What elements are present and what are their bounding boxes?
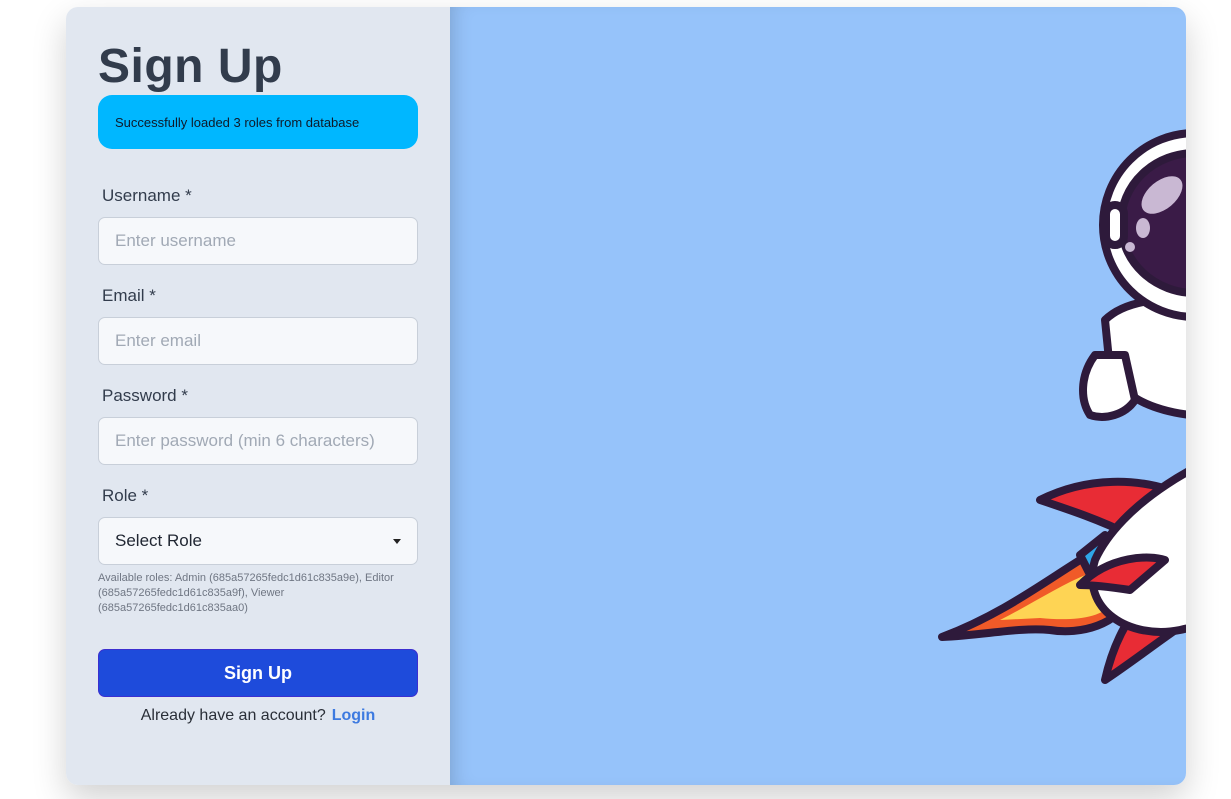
alert-text: Successfully loaded 3 roles from databas… — [115, 114, 360, 130]
username-input[interactable] — [98, 217, 418, 265]
login-link[interactable]: Login — [332, 707, 376, 724]
password-input[interactable] — [98, 417, 418, 465]
signup-button[interactable]: Sign Up — [98, 649, 418, 697]
caret-down-icon — [393, 538, 401, 544]
astronaut-arm-left — [1079, 351, 1139, 421]
email-label: Email * — [102, 286, 156, 305]
login-prompt: Already have an account? Login — [66, 707, 450, 725]
username-label: Username * — [102, 186, 192, 205]
roles-hint: Available roles: Admin (685a57265fedc1d6… — [98, 572, 394, 614]
helmet-ear-left — [1102, 201, 1128, 249]
hero-panel — [450, 7, 1186, 785]
signup-card: Sign Up Successfully loaded 3 roles from… — [66, 7, 1186, 785]
login-prompt-text: Already have an account? — [140, 707, 326, 724]
role-select[interactable]: Select Role — [98, 517, 418, 565]
success-alert: Successfully loaded 3 roles from databas… — [98, 95, 418, 149]
astronaut-rocket-illustration — [938, 129, 1186, 684]
role-select-value: Select Role — [115, 531, 202, 550]
role-label: Role * — [102, 486, 149, 505]
signup-form-panel: Sign Up Successfully loaded 3 roles from… — [66, 7, 450, 785]
email-input[interactable] — [98, 317, 418, 365]
page-title: Sign Up — [98, 40, 283, 93]
password-label: Password * — [102, 386, 188, 405]
